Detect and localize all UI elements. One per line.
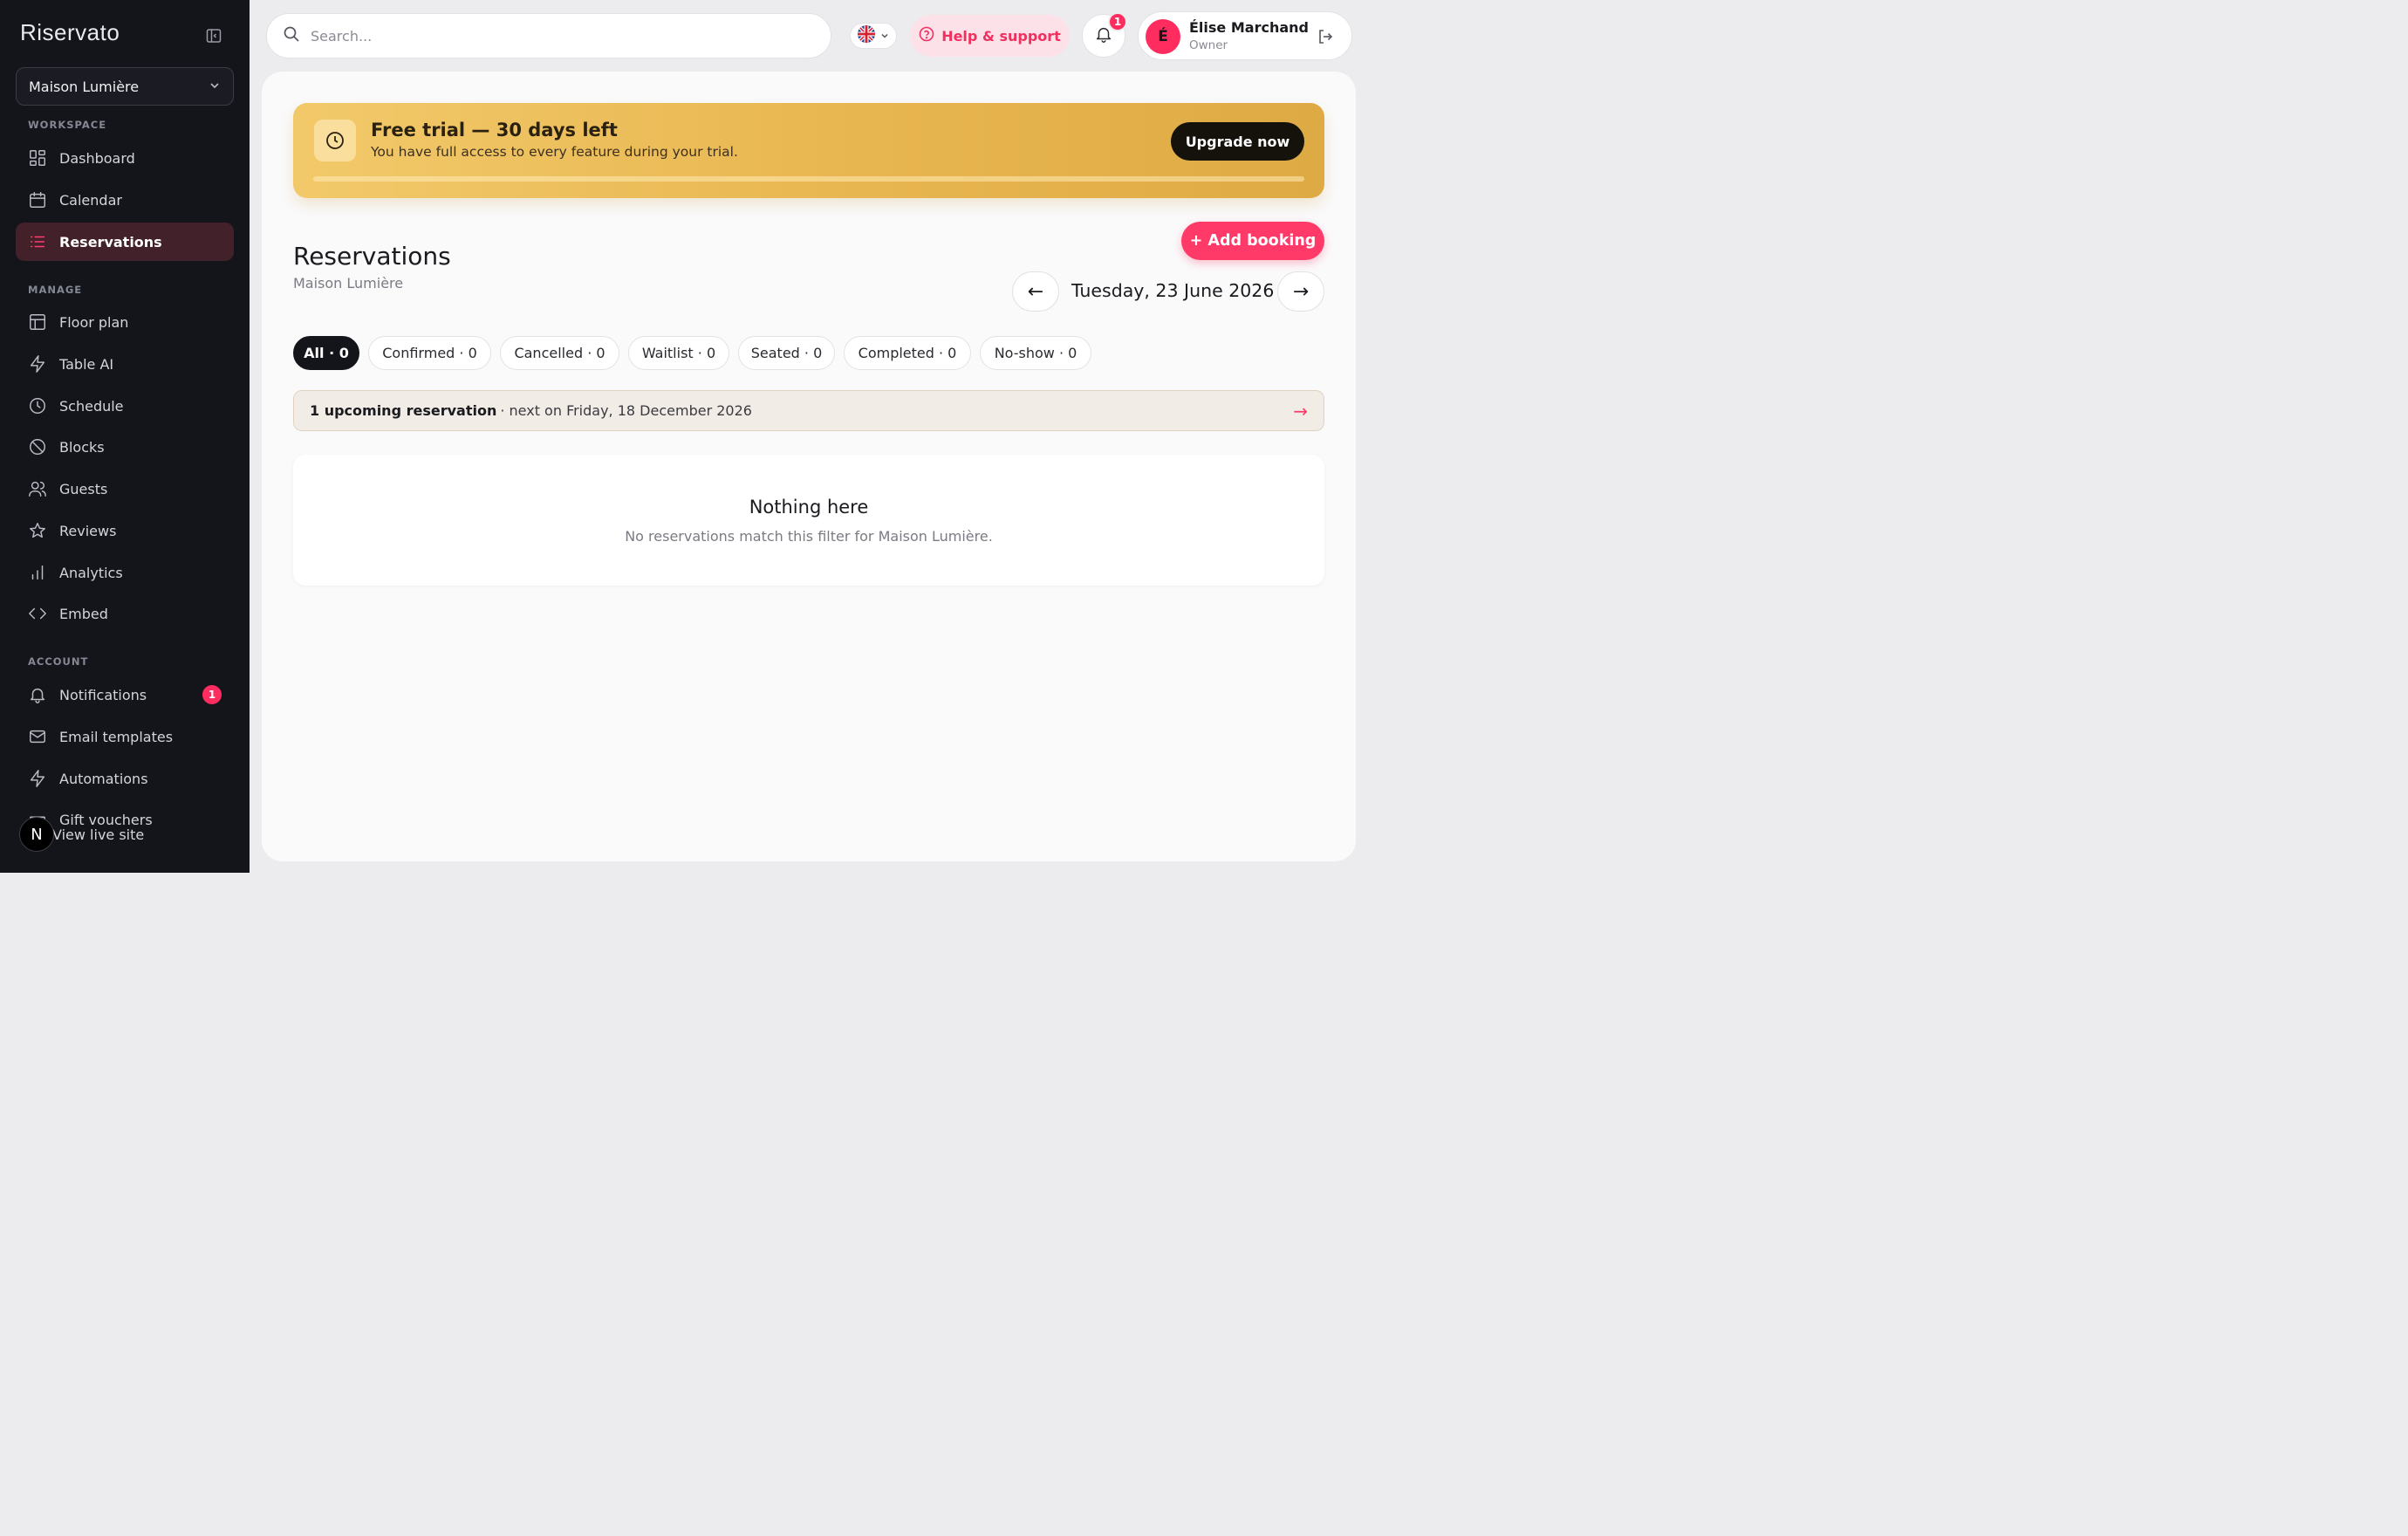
page-subtitle: Maison Lumière xyxy=(293,275,404,291)
clock-icon xyxy=(28,396,47,415)
notifications-count-badge: 1 xyxy=(1108,12,1127,31)
list-icon xyxy=(28,232,47,251)
star-icon xyxy=(28,521,47,540)
upgrade-now-button[interactable]: Upgrade now xyxy=(1171,122,1304,161)
empty-state-subtitle: No reservations match this filter for Ma… xyxy=(625,528,993,545)
section-label-manage: MANAGE xyxy=(28,284,83,296)
section-label-account: ACCOUNT xyxy=(28,655,89,668)
sidebar-item-label: Table AI xyxy=(59,355,114,373)
filter-chip-seated[interactable]: Seated · 0 xyxy=(738,336,835,370)
search-bar[interactable] xyxy=(266,13,831,58)
help-support-button[interactable]: Help & support xyxy=(910,15,1070,57)
sidebar-item-label: Blocks xyxy=(59,438,105,456)
trial-subtitle: You have full access to every feature du… xyxy=(371,144,738,160)
sidebar-collapse-icon[interactable] xyxy=(206,28,222,44)
current-date-label: Tuesday, 23 June 2026 xyxy=(1071,280,1275,301)
empty-state: Nothing here No reservations match this … xyxy=(293,455,1324,586)
venue-select-value: Maison Lumière xyxy=(29,78,140,95)
ban-icon xyxy=(28,437,47,456)
sidebar-item-label: Analytics xyxy=(59,564,123,581)
filter-chip-waitlist[interactable]: Waitlist · 0 xyxy=(628,336,729,370)
bolt-icon xyxy=(28,769,47,788)
add-booking-button[interactable]: + Add booking xyxy=(1181,222,1324,260)
user-menu[interactable]: É Élise Marchand Owner xyxy=(1138,11,1352,60)
view-live-site-label: View live site xyxy=(52,826,145,843)
uk-flag-icon xyxy=(857,24,876,47)
sidebar-item-reviews[interactable]: Reviews xyxy=(16,511,234,550)
view-live-site-link[interactable]: N View live site xyxy=(19,817,144,852)
sidebar-item-label: Calendar xyxy=(59,191,122,209)
upcoming-count: 1 upcoming reservation xyxy=(310,402,497,419)
filter-chip-cancelled[interactable]: Cancelled · 0 xyxy=(500,336,619,370)
help-circle-icon xyxy=(919,26,934,45)
section-label-workspace: WORKSPACE xyxy=(28,119,107,131)
user-role: Owner xyxy=(1189,38,1228,52)
mail-icon xyxy=(28,727,47,746)
calendar-icon xyxy=(28,190,47,209)
sidebar-item-dashboard[interactable]: Dashboard xyxy=(16,139,234,177)
sidebar-item-calendar[interactable]: Calendar xyxy=(16,181,234,219)
venue-select[interactable]: Maison Lumière xyxy=(16,67,234,106)
trial-title: Free trial — 30 days left xyxy=(371,120,618,141)
avatar: É xyxy=(1146,19,1180,54)
notifications-badge: 1 xyxy=(202,685,222,704)
page-title: Reservations xyxy=(293,242,451,271)
sidebar-item-embed[interactable]: Embed xyxy=(16,594,234,633)
arrow-right-icon: → xyxy=(1293,400,1308,422)
sidebar-item-label: Automations xyxy=(59,770,148,787)
chevron-down-icon xyxy=(209,79,221,95)
code-icon xyxy=(28,604,47,623)
language-select[interactable] xyxy=(850,23,897,49)
sidebar-item-label: Dashboard xyxy=(59,149,135,167)
sidebar-item-label: Floor plan xyxy=(59,313,129,331)
sidebar-item-table-ai[interactable]: Table AI xyxy=(16,345,234,383)
upcoming-next-date: · next on Friday, 18 December 2026 xyxy=(500,402,752,419)
logout-icon[interactable] xyxy=(1317,28,1334,49)
sidebar-item-label: Email templates xyxy=(59,728,174,745)
empty-state-title: Nothing here xyxy=(749,497,869,518)
trial-banner: Free trial — 30 days left You have full … xyxy=(293,103,1324,198)
sidebar-item-analytics[interactable]: Analytics xyxy=(16,553,234,592)
sidebar-item-label: Embed xyxy=(59,605,108,622)
sidebar-item-notifications[interactable]: Notifications 1 xyxy=(16,675,234,714)
chevron-down-icon xyxy=(879,28,890,45)
sidebar-item-label: Schedule xyxy=(59,397,124,415)
trial-progress-bar xyxy=(313,176,1304,182)
bolt-icon xyxy=(28,354,47,374)
user-name: Élise Marchand xyxy=(1189,19,1309,36)
sidebar-item-label: Notifications xyxy=(59,686,147,703)
clock-icon xyxy=(314,120,356,161)
brand-logo[interactable]: Riservato xyxy=(20,19,120,46)
search-icon xyxy=(283,25,300,46)
bar-chart-icon xyxy=(28,563,47,582)
sidebar-item-reservations[interactable]: Reservations xyxy=(16,223,234,261)
layout-icon xyxy=(28,312,47,332)
sidebar-item-label: Guests xyxy=(59,480,108,497)
sidebar-item-label: Reservations xyxy=(59,233,162,250)
sidebar-item-schedule[interactable]: Schedule xyxy=(16,387,234,425)
sidebar-item-automations[interactable]: Automations xyxy=(16,759,234,798)
sidebar-item-guests[interactable]: Guests xyxy=(16,470,234,508)
upcoming-reservations-banner[interactable]: 1 upcoming reservation · next on Friday,… xyxy=(293,390,1324,431)
filter-chip-completed[interactable]: Completed · 0 xyxy=(844,336,971,370)
sidebar-item-email-templates[interactable]: Email templates xyxy=(16,717,234,756)
filter-chip-confirmed[interactable]: Confirmed · 0 xyxy=(368,336,491,370)
sidebar-item-label: Reviews xyxy=(59,522,117,539)
sidebar-item-blocks[interactable]: Blocks xyxy=(16,428,234,466)
search-input[interactable] xyxy=(311,27,799,45)
previous-day-button[interactable]: ← xyxy=(1012,271,1059,312)
filter-chip-no-show[interactable]: No-show · 0 xyxy=(980,336,1091,370)
live-site-badge: N xyxy=(19,817,54,852)
grid-icon xyxy=(28,148,47,168)
filter-chip-all[interactable]: All · 0 xyxy=(293,336,359,370)
bell-icon xyxy=(28,685,47,704)
sidebar-item-floor-plan[interactable]: Floor plan xyxy=(16,303,234,341)
users-icon xyxy=(28,479,47,498)
sidebar: Riservato Maison Lumière WORKSPACE Dashb… xyxy=(0,0,250,873)
help-support-label: Help & support xyxy=(941,27,1061,45)
next-day-button[interactable]: → xyxy=(1277,271,1324,312)
